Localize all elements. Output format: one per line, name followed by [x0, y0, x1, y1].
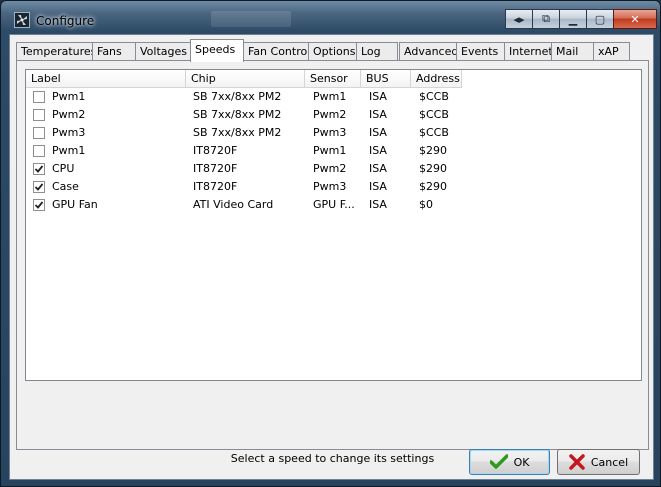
speeds-list[interactable]: Label Chip Sensor BUS Address Pwm1 SB 7xx… [25, 69, 642, 381]
column-header-bus[interactable]: BUS [361, 70, 411, 88]
cell-address: $CCB [419, 126, 449, 139]
speeds-tab-panel: Label Chip Sensor BUS Address Pwm1 SB 7xx… [16, 60, 649, 465]
cell-bus: ISA [369, 90, 387, 103]
maximize-icon: ▢ [594, 12, 606, 26]
cell-chip: IT8720F [193, 180, 238, 193]
left-right-arrows-icon: ◂▸ [513, 12, 525, 26]
cell-bus: ISA [369, 126, 387, 139]
cell-chip: SB 7xx/8xx PM2 [193, 90, 282, 103]
tab-internet[interactable]: Internet [504, 42, 553, 61]
row-checkbox[interactable] [33, 127, 45, 139]
tab-voltages[interactable]: Voltages [135, 42, 192, 61]
rollup-icon: ⧉ [542, 12, 550, 25]
table-row[interactable]: Case IT8720F Pwm3 ISA $290 [26, 178, 641, 196]
background-title-ghost [211, 11, 291, 27]
close-icon: ✕ [630, 12, 640, 26]
cell-label: Pwm3 [52, 126, 86, 139]
configure-window: Configure ◂▸ ⧉ ▁ ▢ ✕ Temperatures Fans V… [0, 0, 661, 487]
tab-advanced[interactable]: Advanced [399, 42, 458, 61]
rollup-button[interactable]: ⧉ [532, 9, 560, 29]
cell-label: Pwm1 [52, 90, 86, 103]
column-header-address[interactable]: Address [411, 70, 462, 88]
ok-button[interactable]: OK [469, 449, 550, 475]
cell-bus: ISA [369, 198, 387, 211]
cell-sensor: Pwm3 [313, 126, 347, 139]
green-checkmark-icon [489, 454, 508, 470]
table-row[interactable]: Pwm1 IT8720F Pwm1 ISA $290 [26, 142, 641, 160]
tab-temperatures[interactable]: Temperatures [16, 42, 96, 61]
column-header-chip[interactable]: Chip [186, 70, 305, 88]
cell-address: $0 [419, 198, 433, 211]
cell-bus: ISA [369, 108, 387, 121]
title-bar[interactable]: Configure ◂▸ ⧉ ▁ ▢ ✕ [1, 1, 660, 35]
table-row[interactable]: CPU IT8720F Pwm2 ISA $290 [26, 160, 641, 178]
cell-address: $290 [419, 162, 447, 175]
tab-xap[interactable]: xAP [593, 42, 630, 61]
table-row[interactable]: Pwm2 SB 7xx/8xx PM2 Pwm2 ISA $CCB [26, 106, 641, 124]
cell-sensor: Pwm2 [313, 162, 347, 175]
tab-log[interactable]: Log [356, 42, 398, 61]
cell-sensor: Pwm3 [313, 180, 347, 193]
column-header-label[interactable]: Label [26, 70, 186, 88]
cell-chip: SB 7xx/8xx PM2 [193, 126, 282, 139]
cell-bus: ISA [369, 180, 387, 193]
row-checkbox[interactable] [33, 109, 45, 121]
cell-address: $290 [419, 180, 447, 193]
cell-chip: IT8720F [193, 144, 238, 157]
close-button[interactable]: ✕ [613, 9, 657, 29]
caption-buttons: ◂▸ ⧉ ▁ ▢ ✕ [505, 9, 657, 29]
row-checkbox[interactable] [33, 163, 45, 175]
status-text: Select a speed to change its settings [230, 452, 435, 465]
minimize-icon: ▁ [568, 12, 578, 26]
list-header: Label Chip Sensor BUS Address [26, 70, 641, 88]
row-checkbox[interactable] [33, 181, 45, 193]
minimize-button[interactable]: ▁ [559, 9, 587, 29]
column-header-sensor[interactable]: Sensor [305, 70, 361, 88]
cell-bus: ISA [369, 162, 387, 175]
cell-label: CPU [52, 162, 75, 175]
window-title: Configure [36, 14, 95, 28]
ok-button-label: OK [513, 455, 530, 469]
tab-events[interactable]: Events [456, 42, 505, 61]
cell-chip: IT8720F [193, 162, 238, 175]
tab-fan-control[interactable]: Fan Control [243, 42, 310, 61]
table-row[interactable]: GPU Fan ATI Video Card GPU F... ISA $0 [26, 196, 641, 214]
cell-sensor: GPU F... [313, 198, 355, 211]
cell-label: Case [52, 180, 79, 193]
dialog-body: Temperatures Fans Voltages Speeds Fan Co… [9, 34, 654, 480]
nav-arrows-button[interactable]: ◂▸ [505, 9, 533, 29]
cell-address: $290 [419, 144, 447, 157]
row-checkbox[interactable] [33, 199, 45, 211]
tab-fans[interactable]: Fans [92, 42, 136, 61]
cell-sensor: Pwm2 [313, 108, 347, 121]
row-checkbox[interactable] [33, 91, 45, 103]
cell-sensor: Pwm1 [313, 90, 347, 103]
fan-app-icon[interactable] [14, 12, 30, 28]
tab-mail[interactable]: Mail [551, 42, 594, 61]
cell-chip: SB 7xx/8xx PM2 [193, 108, 282, 121]
cell-label: Pwm1 [52, 144, 86, 157]
cell-address: $CCB [419, 108, 449, 121]
cell-sensor: Pwm1 [313, 144, 347, 157]
cell-address: $CCB [419, 90, 449, 103]
red-x-icon [569, 454, 585, 470]
cell-label: GPU Fan [52, 198, 98, 211]
tab-speeds[interactable]: Speeds [190, 39, 244, 62]
row-checkbox[interactable] [33, 145, 45, 157]
cell-label: Pwm2 [52, 108, 86, 121]
tab-options[interactable]: Options [308, 42, 357, 61]
cell-bus: ISA [369, 144, 387, 157]
table-row[interactable]: Pwm3 SB 7xx/8xx PM2 Pwm3 ISA $CCB [26, 124, 641, 142]
cell-chip: ATI Video Card [193, 198, 274, 211]
cancel-button-label: Cancel [590, 455, 629, 469]
table-row[interactable]: Pwm1 SB 7xx/8xx PM2 Pwm1 ISA $CCB [26, 88, 641, 106]
maximize-button[interactable]: ▢ [586, 9, 614, 29]
cancel-button[interactable]: Cancel [557, 449, 640, 475]
